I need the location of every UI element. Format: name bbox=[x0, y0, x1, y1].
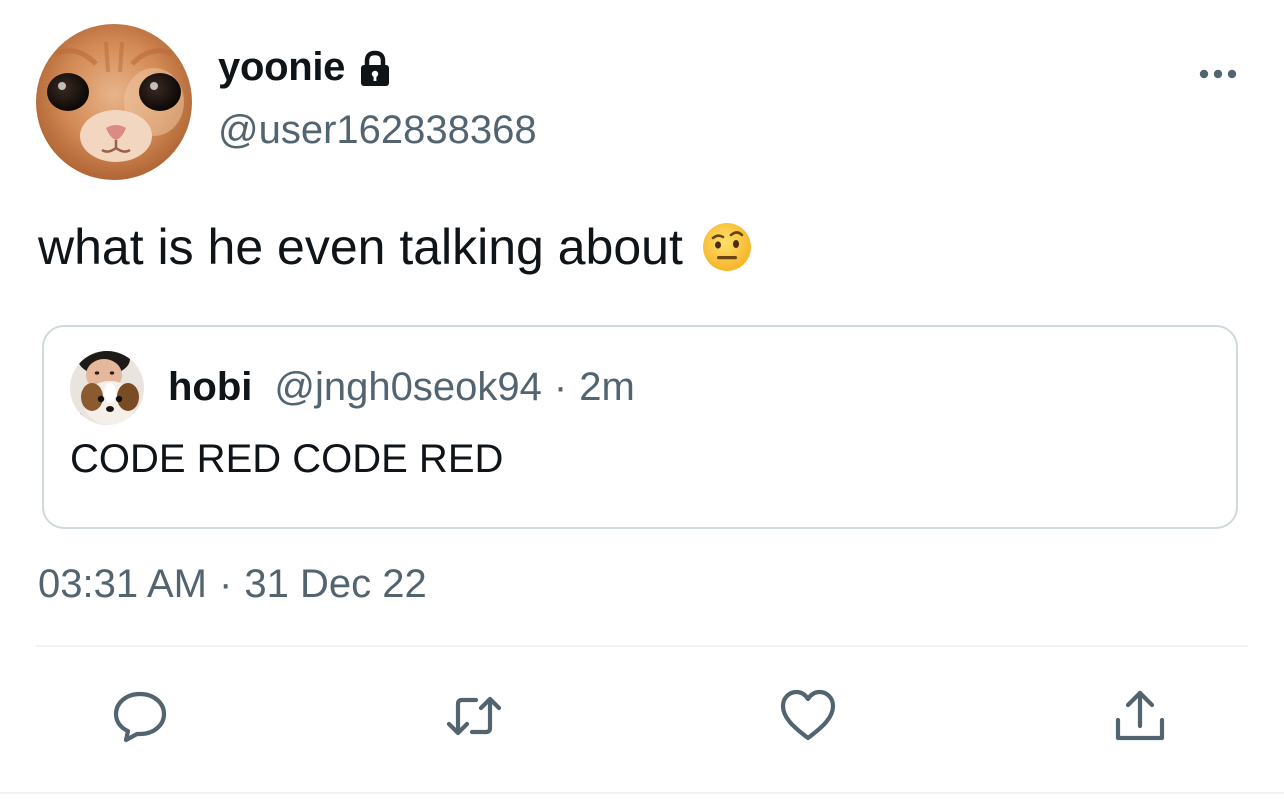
quoted-tweet-card[interactable]: hobi @jngh0seok94 · 2m CODE RED CODE RED bbox=[42, 325, 1238, 529]
tweet-text-content: what is he even talking about bbox=[38, 219, 683, 275]
cat-avatar-icon bbox=[36, 24, 192, 180]
retweet-button[interactable] bbox=[444, 686, 504, 746]
face-with-raised-eyebrow-icon bbox=[702, 223, 751, 271]
quoted-tweet-header: hobi @jngh0seok94 · 2m bbox=[168, 365, 635, 410]
quoted-author-name[interactable]: hobi bbox=[168, 365, 252, 410]
more-horizontal-icon bbox=[1199, 69, 1237, 79]
reply-button[interactable] bbox=[110, 686, 170, 746]
quoted-separator: · bbox=[553, 365, 568, 409]
quoted-tweet-text: CODE RED CODE RED bbox=[70, 437, 504, 481]
share-icon bbox=[1115, 690, 1165, 741]
divider bbox=[36, 645, 1248, 647]
author-name-row: yoonie bbox=[218, 40, 395, 94]
tweet-text: what is he even talking about bbox=[38, 218, 753, 276]
tweet-timestamp[interactable]: 03:31 AM · 31 Dec 22 bbox=[38, 562, 427, 607]
reply-icon bbox=[113, 691, 167, 743]
author-display-name[interactable]: yoonie bbox=[218, 45, 345, 90]
quoted-author-avatar[interactable] bbox=[70, 351, 144, 425]
quoted-author-handle[interactable]: @jngh0seok94 bbox=[274, 365, 541, 410]
lock-icon bbox=[361, 50, 390, 86]
author-handle[interactable]: @user162838368 bbox=[218, 108, 537, 153]
tweet-time: 03:31 AM bbox=[38, 562, 208, 606]
bottom-divider bbox=[0, 792, 1284, 794]
share-button[interactable] bbox=[1110, 686, 1170, 746]
like-button[interactable] bbox=[778, 686, 838, 746]
author-avatar[interactable] bbox=[36, 24, 192, 180]
more-options-button[interactable] bbox=[1196, 58, 1244, 90]
person-with-dog-avatar-icon bbox=[70, 351, 144, 425]
timestamp-separator: · bbox=[219, 562, 233, 606]
heart-icon bbox=[780, 689, 836, 741]
quoted-tweet-time[interactable]: 2m bbox=[579, 365, 635, 410]
retweet-icon bbox=[446, 696, 502, 736]
tweet-date: 31 Dec 22 bbox=[244, 562, 427, 606]
